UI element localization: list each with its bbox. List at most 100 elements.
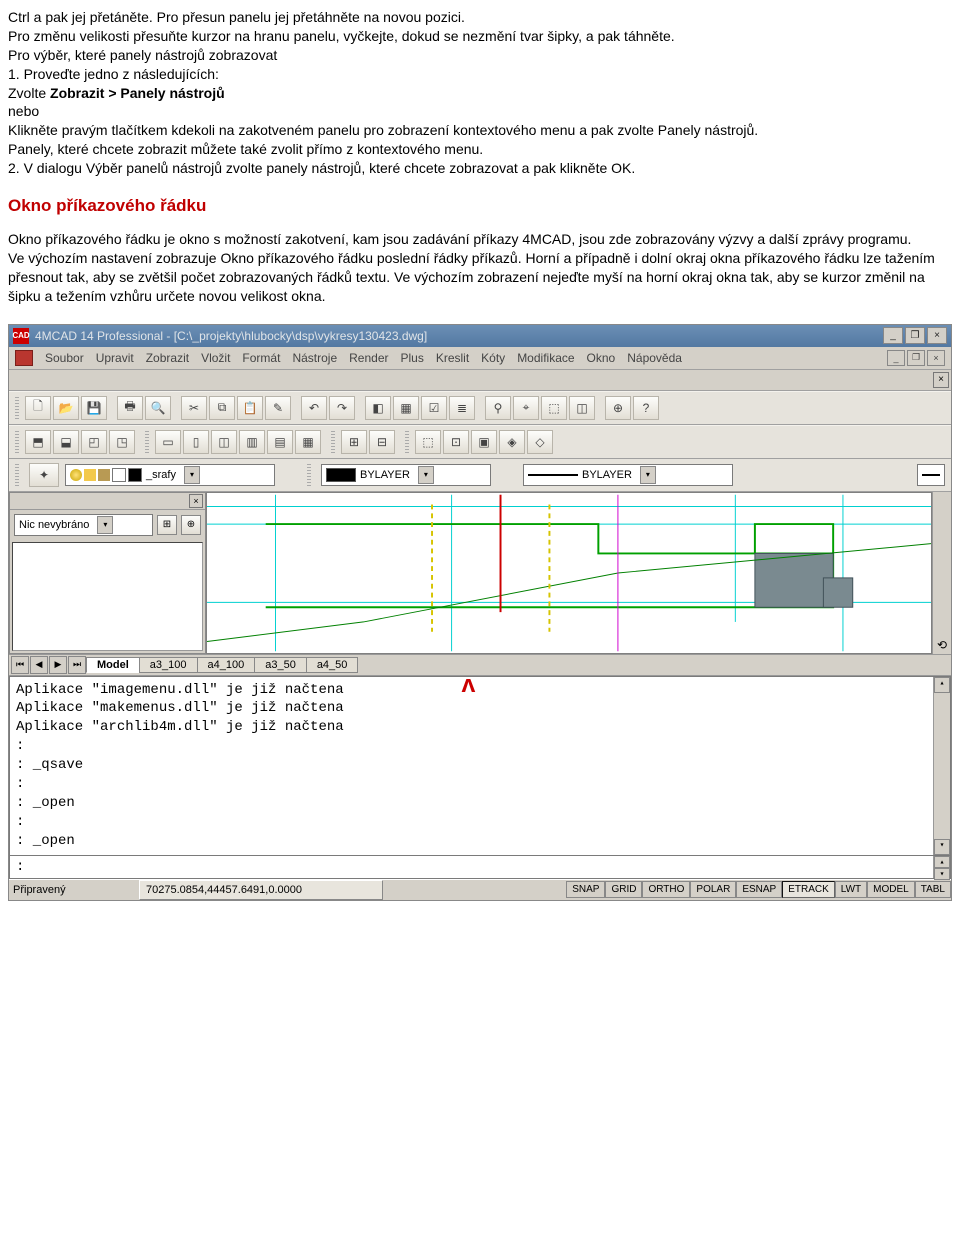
toolbar-grip[interactable] xyxy=(307,464,311,486)
tab-last-button[interactable]: ⏭ xyxy=(68,656,86,674)
command-history[interactable]: ʌ Aplikace "imagemenu.dll" je již načten… xyxy=(9,676,951,856)
tool-icon[interactable]: ◫ xyxy=(211,430,237,454)
toggle-snap[interactable]: SNAP xyxy=(566,881,605,898)
tab-layout[interactable]: a3_50 xyxy=(254,657,307,673)
tool-icon[interactable]: ▦ xyxy=(295,430,321,454)
menu-item[interactable]: Soubor xyxy=(45,351,84,365)
tool-icon[interactable]: ⬚ xyxy=(415,430,441,454)
mdi-close-button[interactable]: × xyxy=(927,350,945,366)
new-icon[interactable]: 🗋 xyxy=(25,396,51,420)
pick-icon[interactable]: ⊕ xyxy=(181,515,201,535)
color-dropdown[interactable]: BYLAYER ▾ xyxy=(321,464,491,486)
menu-item[interactable]: Vložit xyxy=(201,351,230,365)
scroll-down-icon[interactable]: ▾ xyxy=(934,839,950,855)
mdi-doc-icon[interactable] xyxy=(15,350,33,366)
toolbar-grip[interactable] xyxy=(145,431,149,453)
tool-icon[interactable]: ≣ xyxy=(449,396,475,420)
tool-icon[interactable]: ⚲ xyxy=(485,396,511,420)
menu-item[interactable]: Formát xyxy=(242,351,280,365)
tool-icon[interactable]: ◧ xyxy=(365,396,391,420)
tool-icon[interactable]: ▭ xyxy=(155,430,181,454)
command-input[interactable]: : ▴ ▾ xyxy=(9,856,951,879)
tool-icon[interactable]: ⬓ xyxy=(53,430,79,454)
tool-icon[interactable]: ⌖ xyxy=(513,396,539,420)
menu-item[interactable]: Plus xyxy=(400,351,423,365)
tool-icon[interactable]: ◳ xyxy=(109,430,135,454)
toggle-esnap[interactable]: ESNAP xyxy=(736,881,782,898)
vertical-scrollbar[interactable]: ⟲ xyxy=(932,492,951,654)
menu-item[interactable]: Render xyxy=(349,351,388,365)
tab-layout[interactable]: a4_100 xyxy=(197,657,256,673)
toolbar-grip[interactable] xyxy=(331,431,335,453)
close-button[interactable]: × xyxy=(927,327,947,344)
toggle-model[interactable]: MODEL xyxy=(867,881,915,898)
cut-icon[interactable]: ✂ xyxy=(181,396,207,420)
scrollbar[interactable]: ▴ ▾ xyxy=(933,856,950,878)
chevron-down-icon[interactable]: ▾ xyxy=(97,516,113,534)
toggle-lwt[interactable]: LWT xyxy=(835,881,867,898)
tool-icon[interactable]: ⬒ xyxy=(25,430,51,454)
drawing-area[interactable] xyxy=(206,492,932,654)
mdi-minimize-button[interactable]: _ xyxy=(887,350,905,366)
panel-close-button[interactable]: × xyxy=(189,494,203,508)
toggle-polar[interactable]: POLAR xyxy=(690,881,736,898)
toggle-ortho[interactable]: ORTHO xyxy=(642,881,690,898)
menu-item[interactable]: Modifikace xyxy=(517,351,574,365)
tab-first-button[interactable]: ⏮ xyxy=(11,656,29,674)
titlebar[interactable]: CAD 4MCAD 14 Professional - [C:\_projekt… xyxy=(9,325,951,347)
toolbar-grip[interactable] xyxy=(15,431,19,453)
chevron-down-icon[interactable]: ▾ xyxy=(418,466,434,484)
toggle-tabl[interactable]: TABL xyxy=(915,881,951,898)
quick-select-icon[interactable]: ⊞ xyxy=(157,515,177,535)
paste-icon[interactable]: 📋 xyxy=(237,396,263,420)
tab-layout[interactable]: a3_100 xyxy=(139,657,198,673)
tool-icon[interactable]: ⊞ xyxy=(341,430,367,454)
toggle-grid[interactable]: GRID xyxy=(605,881,642,898)
properties-grid[interactable] xyxy=(12,542,203,651)
menu-item[interactable]: Nápověda xyxy=(627,351,682,365)
tool-icon[interactable]: ⊕ xyxy=(605,396,631,420)
menu-item[interactable]: Kóty xyxy=(481,351,505,365)
toolbar-grip[interactable] xyxy=(15,464,19,486)
redo-icon[interactable]: ↷ xyxy=(329,396,355,420)
lineweight-dropdown[interactable] xyxy=(917,464,945,486)
toolbar-close-button[interactable]: × xyxy=(933,372,949,388)
tool-icon[interactable]: ▣ xyxy=(471,430,497,454)
scroll-down-icon[interactable]: ▾ xyxy=(934,868,950,880)
preview-icon[interactable]: 🔍 xyxy=(145,396,171,420)
layer-manager-icon[interactable]: ✦ xyxy=(29,463,59,487)
print-icon[interactable]: 🖶 xyxy=(117,396,143,420)
toolbar-grip[interactable] xyxy=(405,431,409,453)
copy-icon[interactable]: ⧉ xyxy=(209,396,235,420)
tool-icon[interactable]: ▦ xyxy=(393,396,419,420)
layer-dropdown[interactable]: _srafy ▾ xyxy=(65,464,275,486)
tab-next-button[interactable]: ▶ xyxy=(49,656,67,674)
scrollbar[interactable]: ▴ ▾ xyxy=(933,677,950,855)
scroll-up-icon[interactable]: ▴ xyxy=(934,856,950,868)
tool-icon[interactable]: ☑ xyxy=(421,396,447,420)
menu-item[interactable]: Nástroje xyxy=(292,351,337,365)
chevron-down-icon[interactable]: ▾ xyxy=(640,466,656,484)
open-icon[interactable]: 📂 xyxy=(53,396,79,420)
toggle-etrack[interactable]: ETRACK xyxy=(782,881,835,898)
linetype-dropdown[interactable]: BYLAYER ▾ xyxy=(523,464,733,486)
mdi-restore-button[interactable]: ❐ xyxy=(907,350,925,366)
tool-icon[interactable]: ⬚ xyxy=(541,396,567,420)
toolbar-grip[interactable] xyxy=(15,397,19,419)
undo-icon[interactable]: ↶ xyxy=(301,396,327,420)
menu-item[interactable]: Kreslit xyxy=(436,351,469,365)
match-icon[interactable]: ✎ xyxy=(265,396,291,420)
tool-icon[interactable]: ▥ xyxy=(239,430,265,454)
minimize-button[interactable]: _ xyxy=(883,327,903,344)
maximize-button[interactable]: ❐ xyxy=(905,327,925,344)
tool-icon[interactable]: ◰ xyxy=(81,430,107,454)
selection-dropdown[interactable]: Nic nevybráno ▾ xyxy=(14,514,153,536)
tool-icon[interactable]: ? xyxy=(633,396,659,420)
menu-item[interactable]: Okno xyxy=(587,351,616,365)
orbit-icon[interactable]: ⟲ xyxy=(937,638,947,652)
tool-icon[interactable]: ◈ xyxy=(499,430,525,454)
menu-item[interactable]: Upravit xyxy=(96,351,134,365)
menu-item[interactable]: Zobrazit xyxy=(146,351,189,365)
save-icon[interactable]: 💾 xyxy=(81,396,107,420)
tool-icon[interactable]: ▤ xyxy=(267,430,293,454)
